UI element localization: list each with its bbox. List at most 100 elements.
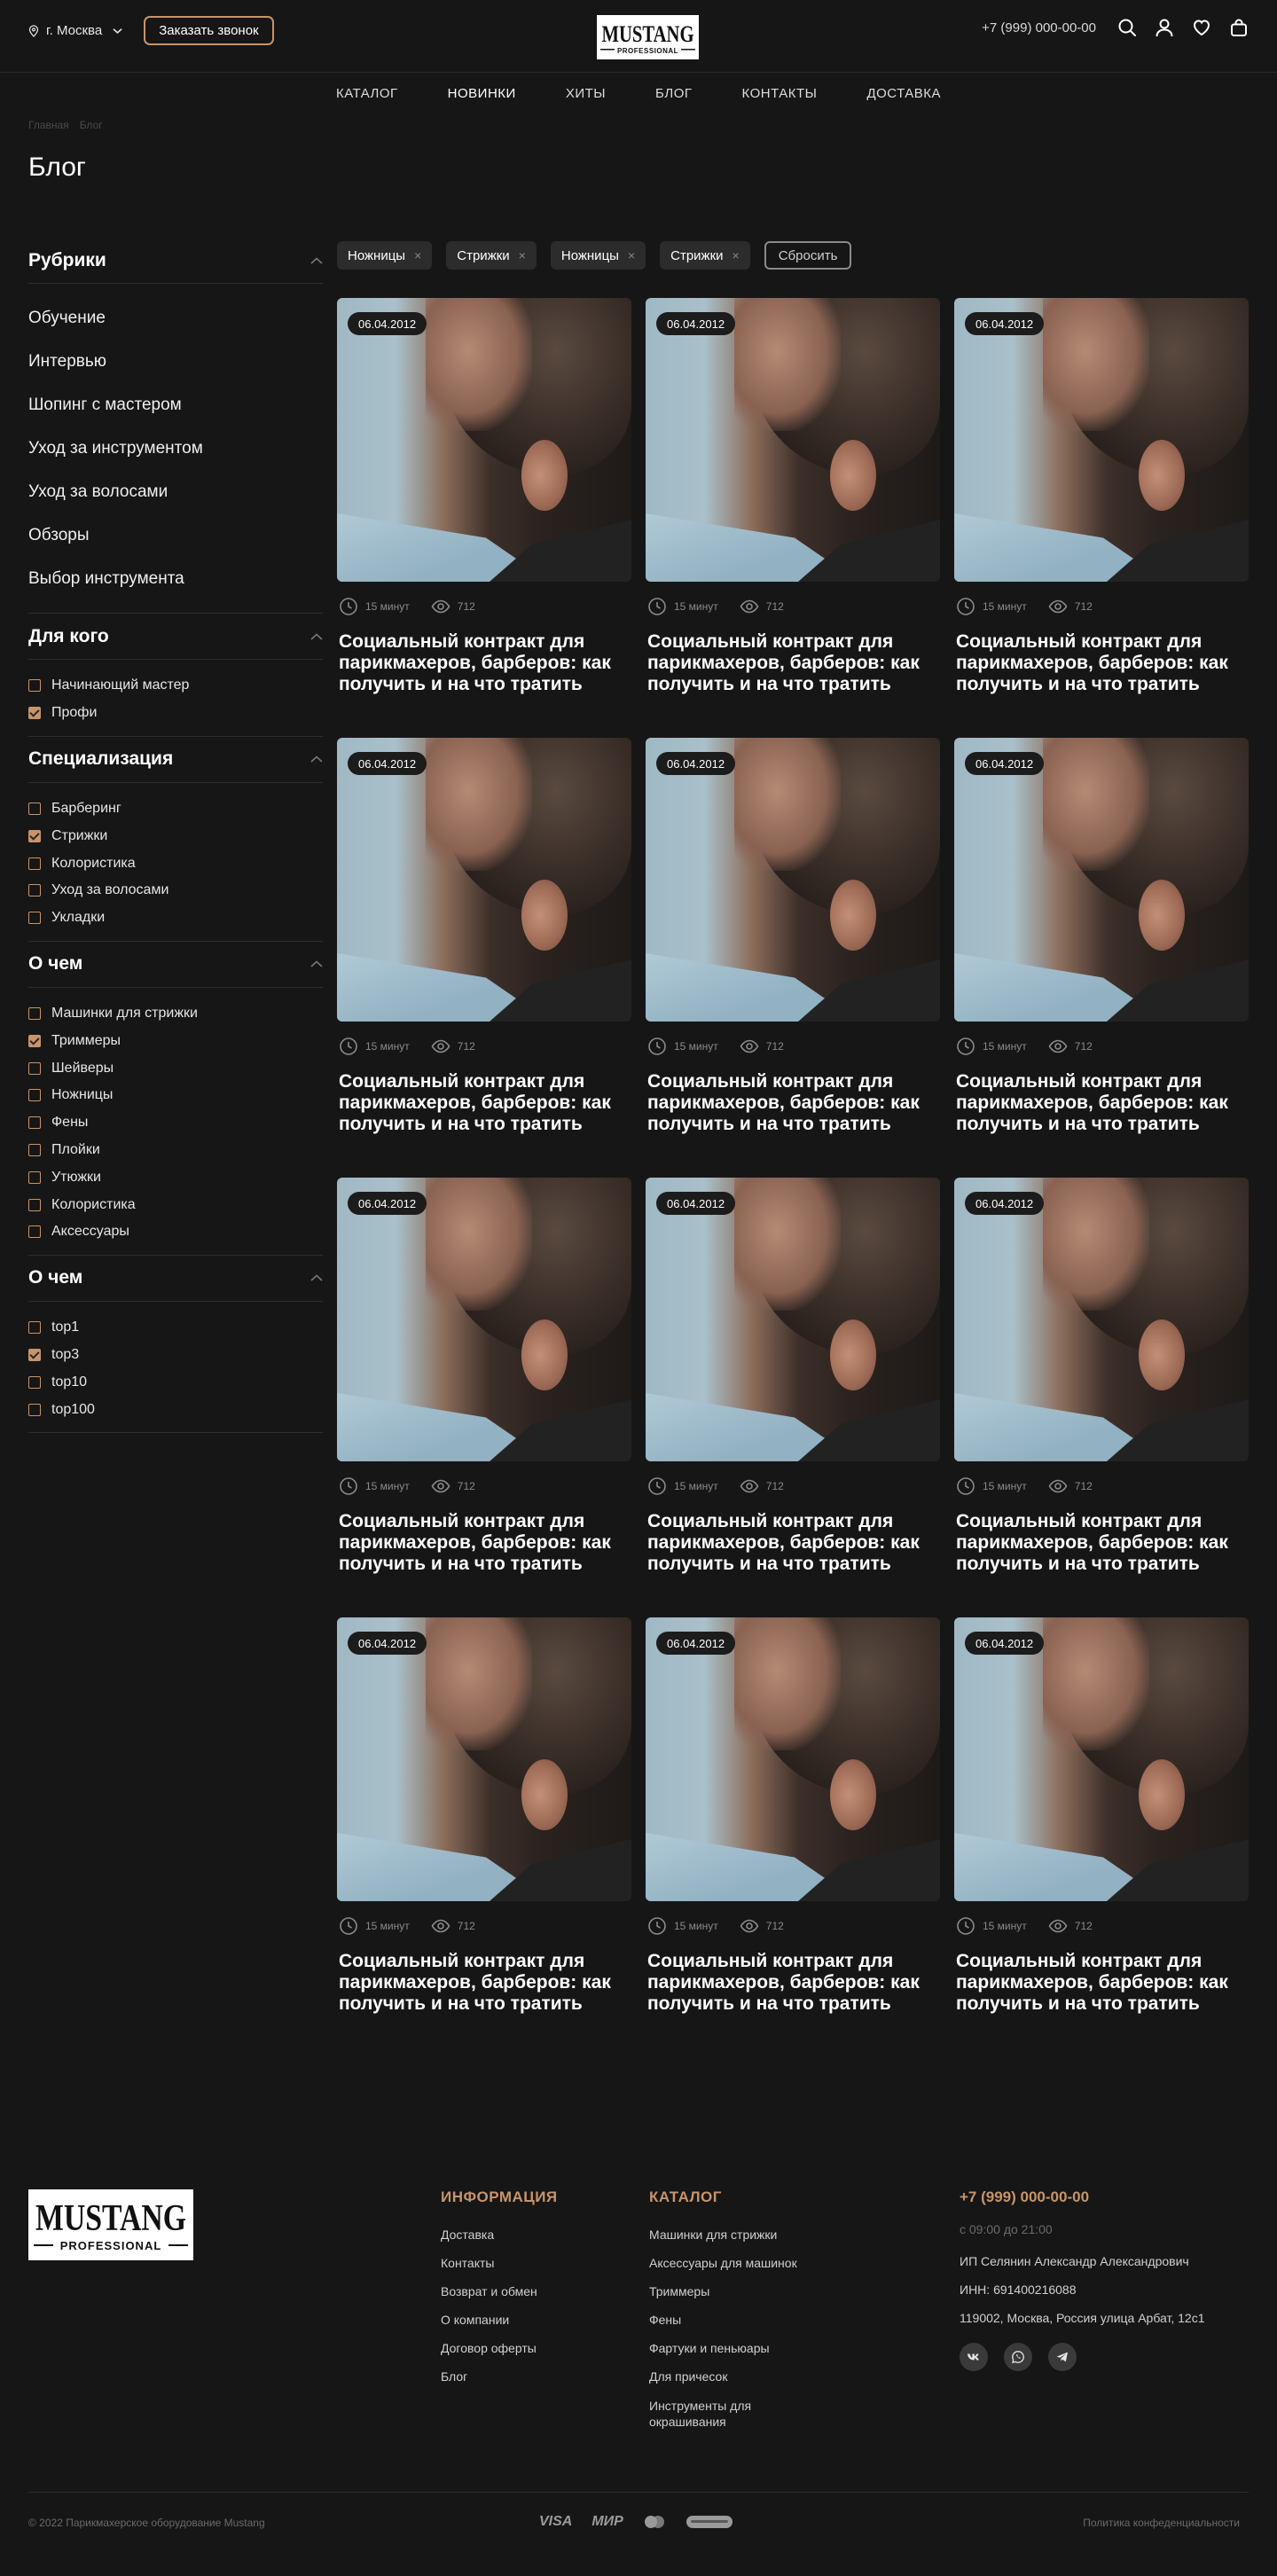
filter-tag[interactable]: Стрижки ×	[446, 241, 537, 270]
footer-link[interactable]: Контакты	[441, 2256, 558, 2284]
callback-button[interactable]: Заказать звонок	[144, 16, 274, 45]
post-title[interactable]: Социальный контракт для парикмахеров, ба…	[954, 1071, 1249, 1135]
post-card[interactable]: 06.04.2012 15 минут 712 Социальный контр…	[954, 1617, 1249, 2024]
cart-bag-icon[interactable]	[1229, 18, 1249, 37]
post-card[interactable]: 06.04.2012 15 минут 712 Социальный контр…	[646, 298, 940, 704]
footer-link[interactable]: Доставка	[441, 2228, 558, 2256]
post-title[interactable]: Социальный контракт для парикмахеров, ба…	[954, 1951, 1249, 2015]
checkbox-option[interactable]: Плойки	[28, 1137, 323, 1164]
post-title[interactable]: Социальный контракт для парикмахеров, ба…	[337, 631, 631, 695]
chevron-up-icon[interactable]	[310, 256, 323, 264]
checkbox-checked[interactable]	[28, 1348, 41, 1361]
checkbox[interactable]	[28, 1116, 41, 1130]
filter-group-header[interactable]: О чем	[28, 942, 323, 988]
post-image[interactable]: 06.04.2012	[646, 298, 940, 582]
remove-tag-icon[interactable]: ×	[733, 248, 740, 262]
footer-link[interactable]: Возврат и обмен	[441, 2284, 558, 2313]
vk-icon[interactable]	[960, 2343, 988, 2371]
post-card[interactable]: 06.04.2012 15 минут 712 Социальный контр…	[954, 1178, 1249, 1584]
footer-link[interactable]: Машинки для стрижки	[649, 2228, 797, 2256]
footer-logo[interactable]: MUSTANG PROFESSIONAL	[28, 2189, 193, 2260]
breadcrumb-home[interactable]: Главная	[28, 119, 69, 131]
post-card[interactable]: 06.04.2012 15 минут 712 Социальный контр…	[646, 1178, 940, 1584]
checkbox[interactable]	[28, 857, 41, 870]
post-image[interactable]: 06.04.2012	[646, 1617, 940, 1901]
post-card[interactable]: 06.04.2012 15 минут 712 Социальный контр…	[646, 1617, 940, 2024]
post-title[interactable]: Социальный контракт для парикмахеров, ба…	[646, 1071, 940, 1135]
checkbox[interactable]	[28, 1198, 41, 1211]
post-image[interactable]: 06.04.2012	[954, 1178, 1249, 1461]
post-image[interactable]: 06.04.2012	[954, 298, 1249, 582]
filter-tag[interactable]: Стрижки ×	[660, 241, 750, 270]
post-card[interactable]: 06.04.2012 15 минут 712 Социальный контр…	[337, 738, 631, 1144]
checkbox-option[interactable]: top3	[28, 1342, 323, 1369]
checkbox-option[interactable]: Фены	[28, 1109, 323, 1137]
nav-hits[interactable]: ХИТЫ	[566, 86, 606, 101]
footer-link[interactable]: Инструменты для окрашивания	[649, 2398, 782, 2430]
mustang-logo[interactable]: MUSTANG PROFESSIONAL	[597, 15, 699, 59]
checkbox-option[interactable]: Триммеры	[28, 1027, 323, 1054]
checkbox-option[interactable]: Ножницы	[28, 1082, 323, 1109]
footer-link[interactable]: Договор оферты	[441, 2341, 558, 2369]
nav-blog[interactable]: БЛОГ	[655, 86, 692, 101]
checkbox[interactable]	[28, 1089, 41, 1102]
nav-delivery[interactable]: ДОСТАВКА	[866, 86, 941, 101]
post-title[interactable]: Социальный контракт для парикмахеров, ба…	[337, 1951, 631, 2015]
checkbox-option[interactable]: Укладки	[28, 904, 323, 932]
checkbox-option[interactable]: top100	[28, 1396, 323, 1423]
checkbox[interactable]	[28, 1006, 41, 1020]
checkbox-option[interactable]: top1	[28, 1314, 323, 1342]
rubric-link[interactable]: Обзоры	[28, 513, 323, 557]
filter-group-header[interactable]: О чем	[28, 1256, 323, 1302]
rubric-link[interactable]: Выбор инструмента	[28, 557, 323, 600]
checkbox-option[interactable]: Колористика	[28, 1191, 323, 1218]
nav-contacts[interactable]: КОНТАКТЫ	[742, 86, 818, 101]
checkbox-option[interactable]: Стрижки	[28, 822, 323, 850]
post-image[interactable]: 06.04.2012	[954, 1617, 1249, 1901]
post-card[interactable]: 06.04.2012 15 минут 712 Социальный контр…	[337, 1617, 631, 2024]
checkbox[interactable]	[28, 1171, 41, 1184]
post-title[interactable]: Социальный контракт для парикмахеров, ба…	[337, 1071, 631, 1135]
filter-tag[interactable]: Ножницы ×	[550, 241, 646, 270]
nav-catalog[interactable]: КАТАЛОГ	[336, 86, 398, 101]
checkbox[interactable]	[28, 1061, 41, 1075]
chevron-up-icon[interactable]	[310, 632, 323, 640]
checkbox[interactable]	[28, 1143, 41, 1156]
post-image[interactable]: 06.04.2012	[646, 738, 940, 1022]
checkbox-option[interactable]: Аксессуары	[28, 1218, 323, 1246]
post-card[interactable]: 06.04.2012 15 минут 712 Социальный контр…	[337, 1178, 631, 1584]
checkbox-option[interactable]: Утюжки	[28, 1163, 323, 1191]
checkbox-option[interactable]: Уход за волосами	[28, 877, 323, 904]
heart-icon[interactable]	[1192, 18, 1211, 37]
footer-phone[interactable]: +7 (999) 000-00-00	[960, 2188, 1205, 2206]
checkbox-option[interactable]: Колористика	[28, 850, 323, 877]
footer-link[interactable]: О компании	[441, 2313, 558, 2341]
checkbox-option[interactable]: Начинающий мастер	[28, 672, 323, 700]
checkbox[interactable]	[28, 1403, 41, 1416]
post-card[interactable]: 06.04.2012 15 минут 712 Социальный контр…	[337, 298, 631, 704]
rubric-link[interactable]: Обучение	[28, 296, 323, 340]
post-image[interactable]: 06.04.2012	[337, 298, 631, 582]
footer-link[interactable]: Аксессуары для машинок	[649, 2256, 797, 2284]
search-icon[interactable]	[1117, 18, 1137, 37]
checkbox[interactable]	[28, 1375, 41, 1389]
checkbox[interactable]	[28, 1321, 41, 1335]
post-image[interactable]: 06.04.2012	[337, 1178, 631, 1461]
post-title[interactable]: Социальный контракт для парикмахеров, ба…	[954, 1511, 1249, 1575]
checkbox-checked[interactable]	[28, 1034, 41, 1047]
chevron-up-icon[interactable]	[310, 1274, 323, 1281]
reset-filters-button[interactable]: Сбросить	[764, 241, 852, 270]
filter-tag[interactable]: Ножницы ×	[337, 241, 433, 270]
remove-tag-icon[interactable]: ×	[414, 248, 421, 262]
user-icon[interactable]	[1155, 18, 1174, 37]
remove-tag-icon[interactable]: ×	[628, 248, 635, 262]
checkbox[interactable]	[28, 884, 41, 897]
telegram-icon[interactable]	[1048, 2343, 1077, 2371]
post-image[interactable]: 06.04.2012	[954, 738, 1249, 1022]
rubrics-header[interactable]: Рубрики	[28, 238, 323, 284]
checkbox[interactable]	[28, 912, 41, 925]
privacy-policy-link[interactable]: Политика конфеденциальности	[1083, 2517, 1240, 2529]
remove-tag-icon[interactable]: ×	[519, 248, 526, 262]
footer-link[interactable]: Фены	[649, 2313, 797, 2341]
checkbox[interactable]	[28, 1225, 41, 1239]
